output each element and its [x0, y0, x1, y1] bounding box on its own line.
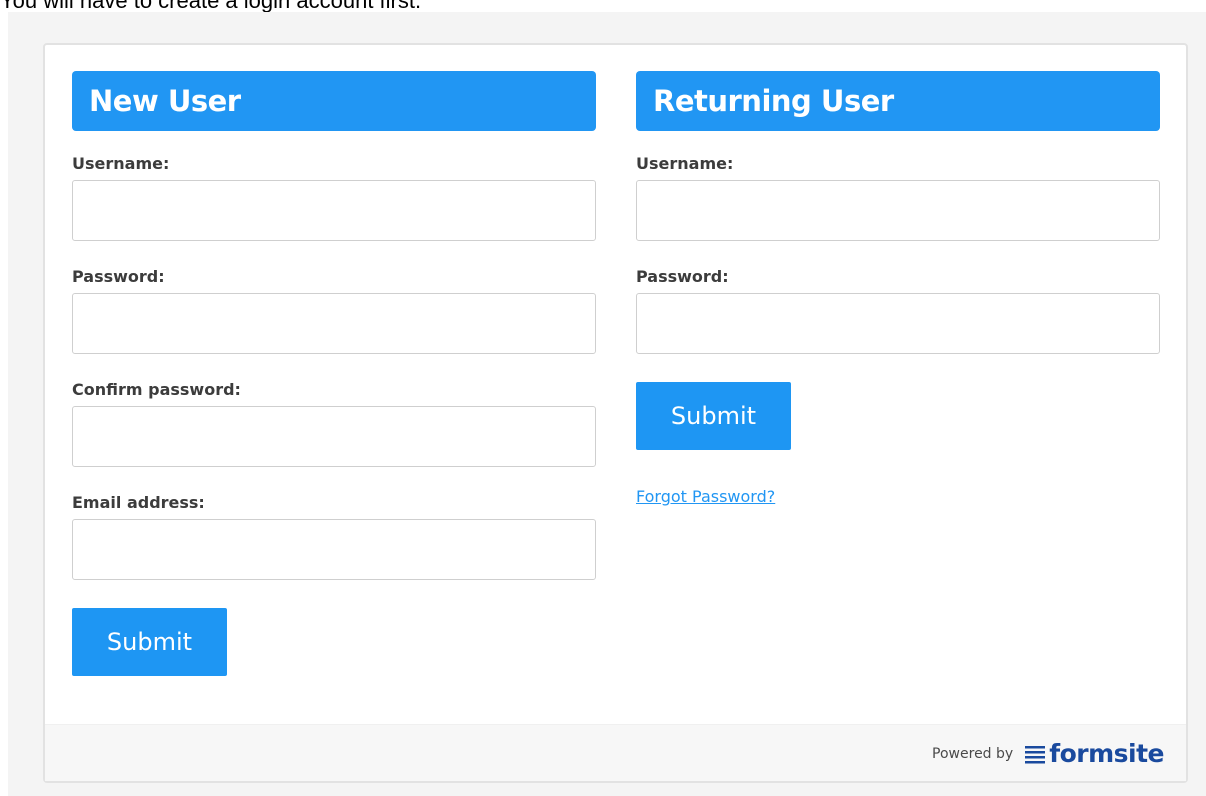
returning-user-password-input[interactable] [636, 293, 1160, 354]
returning-user-password-label: Password: [636, 267, 729, 286]
new-user-header: New User [72, 71, 596, 131]
new-user-password-label: Password: [72, 267, 165, 286]
new-user-password-input[interactable] [72, 293, 596, 354]
new-user-username-field: Username: [72, 154, 596, 241]
new-user-confirm-password-label: Confirm password: [72, 380, 241, 399]
returning-user-header: Returning User [636, 71, 1160, 131]
new-user-section: New User Username: Password: Confirm pas… [72, 71, 596, 676]
new-user-confirm-password-input[interactable] [72, 406, 596, 467]
forgot-password-link[interactable]: Forgot Password? [636, 487, 775, 506]
form-footer: Powered by formsite [45, 724, 1186, 781]
new-user-confirm-password-field: Confirm password: [72, 380, 596, 467]
new-user-password-field: Password: [72, 267, 596, 354]
new-user-username-input[interactable] [72, 180, 596, 241]
login-form-card: New User Username: Password: Confirm pas… [43, 43, 1188, 783]
returning-user-username-input[interactable] [636, 180, 1160, 241]
returning-user-username-label: Username: [636, 154, 734, 173]
new-user-username-label: Username: [72, 154, 170, 173]
powered-by: Powered by formsite [932, 725, 1164, 782]
new-user-email-input[interactable] [72, 519, 596, 580]
formsite-logo-text[interactable]: formsite [1049, 739, 1164, 768]
new-user-email-label: Email address: [72, 493, 205, 512]
returning-user-password-field: Password: [636, 267, 1160, 354]
returning-user-submit-button[interactable]: Submit [636, 382, 791, 450]
formsite-logo-icon [1025, 744, 1046, 764]
returning-user-username-field: Username: [636, 154, 1160, 241]
returning-user-section: Returning User Username: Password: Submi… [636, 71, 1160, 507]
new-user-email-field: Email address: [72, 493, 596, 580]
powered-by-text: Powered by [932, 745, 1014, 762]
new-user-submit-button[interactable]: Submit [72, 608, 227, 676]
